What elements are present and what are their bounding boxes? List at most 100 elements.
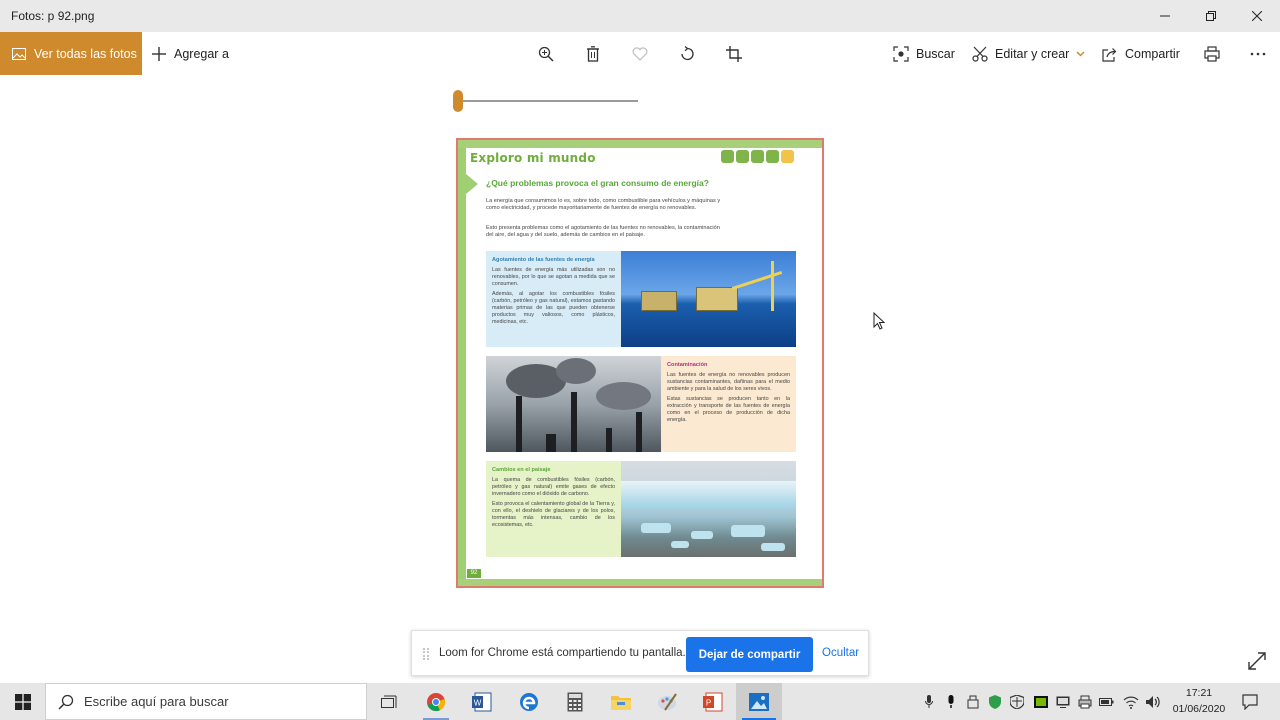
tray-battery[interactable] xyxy=(1096,683,1118,720)
tray-defender[interactable] xyxy=(1006,683,1028,720)
minimize-icon xyxy=(1160,15,1170,17)
chrome-icon xyxy=(427,692,446,711)
task-view-button[interactable] xyxy=(367,683,413,720)
taskbar-clock[interactable]: 17:21 01/06/2020 xyxy=(1166,685,1232,717)
info-box-depletion: Agotamiento de las fuentes de energía La… xyxy=(486,251,621,347)
cursor-arrow-icon xyxy=(873,311,886,330)
taskbar-app-word[interactable]: W xyxy=(459,683,505,720)
drag-handle[interactable] xyxy=(423,648,429,660)
tray-printer[interactable] xyxy=(1074,683,1096,720)
wifi-icon xyxy=(1123,696,1139,709)
windows-logo-icon xyxy=(14,693,31,710)
page-intro-paragraph: La energía que consumimos lo es, sobre t… xyxy=(486,198,721,212)
page-side-band xyxy=(458,148,466,579)
heart-icon xyxy=(632,47,648,61)
crop-button[interactable] xyxy=(722,43,746,65)
chimney xyxy=(636,412,642,452)
photo-viewer-image[interactable]: Exploro mi mundo ¿Qué problemas provoca … xyxy=(456,138,824,588)
folder-icon xyxy=(611,695,631,710)
minimize-button[interactable] xyxy=(1142,0,1188,32)
monitor-icon xyxy=(1056,696,1070,708)
taskbar-app-powerpoint[interactable]: P xyxy=(690,683,736,720)
plus-icon xyxy=(152,46,166,61)
usb-icon xyxy=(967,695,979,708)
info-box-title: Agotamiento de las fuentes de energía xyxy=(492,257,595,263)
taskbar-search-box[interactable]: Escribe aquí para buscar xyxy=(45,683,367,720)
info-box-text: Las fuentes de energía más utilizadas so… xyxy=(492,267,615,288)
taskbar-app-calculator[interactable] xyxy=(552,683,598,720)
printer-icon xyxy=(1204,46,1220,62)
all-photos-button[interactable]: Ver todas las fotos xyxy=(0,32,142,75)
tray-volume[interactable] xyxy=(1142,683,1164,720)
chimney xyxy=(516,396,522,452)
info-box-text: Estas sustancias se producen tanto en la… xyxy=(667,395,790,424)
tray-wifi[interactable] xyxy=(1120,683,1142,720)
stop-sharing-button[interactable]: Dejar de compartir xyxy=(686,637,813,672)
edit-scissors-icon xyxy=(972,46,988,62)
print-button[interactable] xyxy=(1200,43,1224,65)
tray-security[interactable] xyxy=(984,683,1006,720)
info-box-landscape: Cambios en el paisaje La quema de combus… xyxy=(486,461,621,557)
nvidia-icon xyxy=(1034,695,1048,708)
zoom-slider-thumb[interactable] xyxy=(453,90,463,112)
tower-shape xyxy=(771,261,774,311)
taskbar-app-edge[interactable] xyxy=(506,683,552,720)
close-button[interactable] xyxy=(1234,0,1280,32)
taskbar-app-file-explorer[interactable] xyxy=(598,683,644,720)
info-box-text: Esto provoca el calentamiento global de … xyxy=(492,500,615,529)
taskbar-app-chrome[interactable] xyxy=(413,683,459,720)
competency-icon xyxy=(766,150,779,163)
taskbar-app-paint[interactable] xyxy=(644,683,690,720)
tray-nvidia[interactable] xyxy=(1030,683,1052,720)
tray-mic[interactable] xyxy=(918,683,940,720)
notification-icon xyxy=(1242,693,1258,710)
add-to-label: Agregar a xyxy=(174,46,229,61)
calculator-icon xyxy=(567,692,583,711)
image-icon xyxy=(12,47,26,60)
restore-icon xyxy=(1206,11,1216,21)
all-photos-label: Ver todas las fotos xyxy=(34,46,137,61)
more-icon xyxy=(1250,52,1266,56)
competency-icon xyxy=(781,150,794,163)
page-competency-icons xyxy=(721,150,794,163)
battery-plug-icon xyxy=(1099,697,1114,706)
taskbar-app-photos[interactable] xyxy=(736,683,782,720)
more-options-button[interactable] xyxy=(1246,43,1270,65)
tray-usb[interactable] xyxy=(962,683,984,720)
tray-display[interactable] xyxy=(1052,683,1074,720)
zoom-slider-track[interactable] xyxy=(458,100,638,102)
pollution-chimneys-photo xyxy=(486,356,661,452)
delete-button[interactable] xyxy=(581,43,605,65)
zoom-button[interactable] xyxy=(534,43,558,65)
shield-icon xyxy=(989,694,1001,709)
microphone-icon xyxy=(948,694,954,708)
fullscreen-button[interactable] xyxy=(1247,651,1267,676)
glacier-wall xyxy=(621,481,796,509)
info-box-text: Las fuentes de energía no renovables pro… xyxy=(667,372,790,393)
oil-platform-photo xyxy=(621,251,796,347)
info-box-title: Cambios en el paisaje xyxy=(492,467,551,473)
mouse-cursor xyxy=(873,311,886,335)
ice-floe xyxy=(641,523,671,533)
add-to-button[interactable]: Agregar a xyxy=(152,32,229,75)
rotate-button[interactable] xyxy=(675,43,699,65)
page-section-heading: Exploro mi mundo xyxy=(470,151,596,165)
tray-mic-alt[interactable] xyxy=(940,683,962,720)
loom-sharing-message: Loom for Chrome está compartiendo tu pan… xyxy=(439,647,686,659)
ice-floe xyxy=(731,525,765,537)
platform-shape xyxy=(696,287,738,311)
favorite-button[interactable] xyxy=(628,43,652,65)
visual-search-icon xyxy=(893,45,909,62)
search-label: Buscar xyxy=(916,46,955,61)
ice-floe xyxy=(691,531,713,539)
share-button[interactable]: Compartir xyxy=(1102,32,1180,75)
chimney xyxy=(546,434,556,452)
hide-link[interactable]: Ocultar xyxy=(822,647,859,659)
search-button[interactable]: Buscar xyxy=(893,32,955,75)
start-button[interactable] xyxy=(0,683,45,720)
action-center-button[interactable] xyxy=(1238,683,1262,720)
restore-button[interactable] xyxy=(1188,0,1234,32)
clock-date: 01/06/2020 xyxy=(1172,703,1226,715)
expand-icon xyxy=(1248,652,1266,670)
edit-create-button[interactable]: Editar y crear xyxy=(972,32,1085,75)
